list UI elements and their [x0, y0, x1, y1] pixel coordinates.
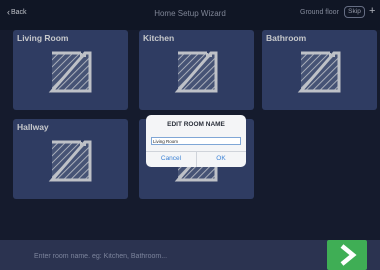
room-name-field[interactable]: [151, 137, 241, 145]
floor-selector[interactable]: Ground floor: [300, 9, 339, 16]
room-floorplan-icon: [297, 51, 341, 93]
room-label: Kitchen: [143, 33, 175, 43]
room-tile-kitchen[interactable]: Kitchen: [139, 30, 254, 110]
edit-room-name-dialog: EDIT ROOM NAME Cancel OK: [146, 115, 246, 167]
next-button[interactable]: [327, 240, 367, 270]
room-tile-living-room[interactable]: Living Room: [13, 30, 128, 110]
room-label: Bathroom: [266, 33, 307, 43]
room-floorplan-icon: [48, 140, 92, 182]
top-bar: ‹Back Home Setup Wizard Ground floor Ski…: [0, 0, 380, 30]
ok-button[interactable]: OK: [196, 151, 246, 167]
dialog-title: EDIT ROOM NAME: [167, 121, 225, 128]
add-room-button[interactable]: +: [369, 5, 375, 17]
skip-button[interactable]: Skip: [344, 6, 365, 18]
chevron-right-icon: [340, 244, 357, 266]
room-label: Living Room: [17, 33, 69, 43]
room-floorplan-icon: [174, 51, 218, 93]
cancel-button[interactable]: Cancel: [146, 151, 196, 167]
room-floorplan-icon: [48, 51, 92, 93]
room-label: Hallway: [17, 122, 49, 132]
room-tile-hallway[interactable]: Hallway: [13, 119, 128, 199]
room-tile-bathroom[interactable]: Bathroom: [262, 30, 377, 110]
room-name-input[interactable]: [34, 251, 304, 261]
bottom-bar: [0, 240, 380, 270]
